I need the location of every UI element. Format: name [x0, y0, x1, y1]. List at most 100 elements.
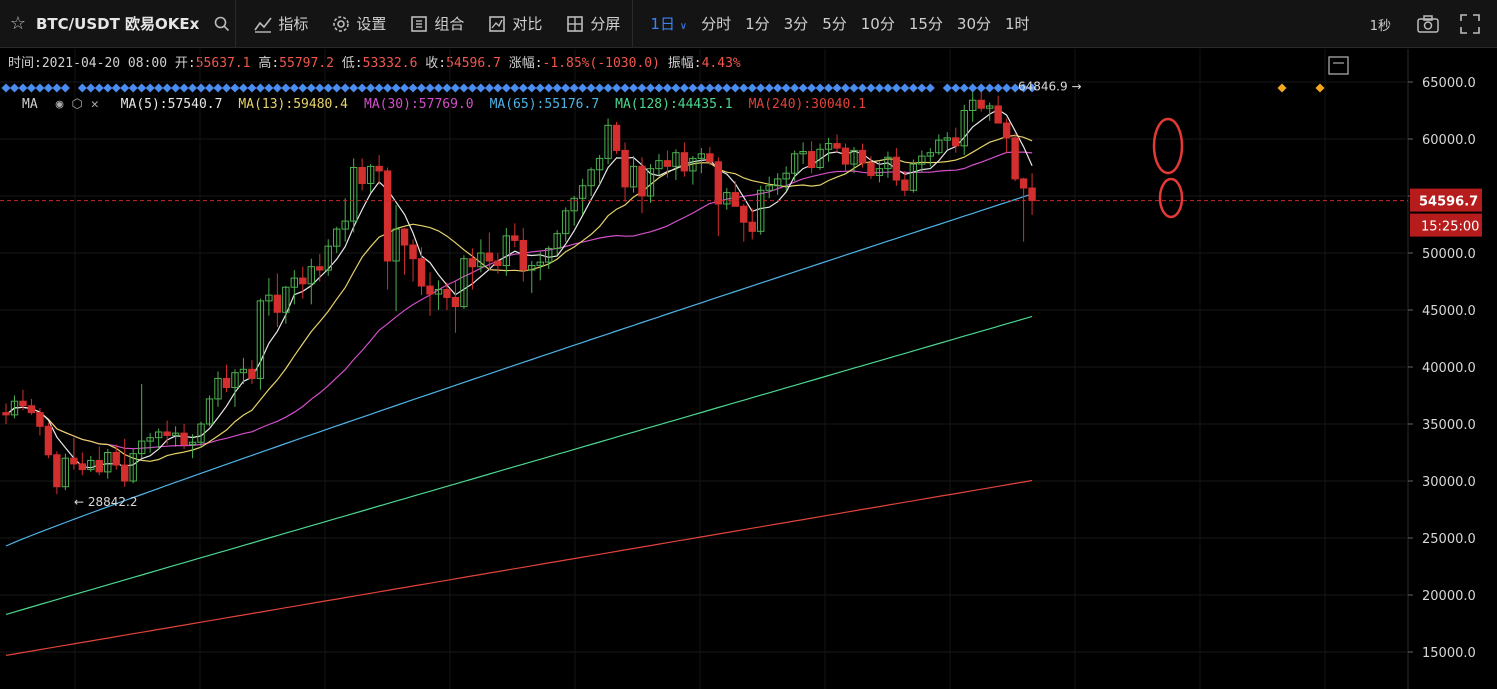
signal-marker — [221, 83, 232, 93]
candle-body — [714, 161, 723, 205]
candle-body — [400, 228, 409, 246]
signal-marker — [578, 83, 588, 93]
y-tick-label: 40000.0 — [1422, 361, 1476, 376]
signal-marker — [620, 83, 630, 93]
signal-marker — [561, 83, 571, 93]
y-tick-label: 15000.0 — [1422, 646, 1476, 661]
signal-marker — [544, 83, 554, 93]
signal-marker — [103, 83, 113, 93]
close-icon[interactable]: ✕ — [91, 97, 99, 112]
camera-icon[interactable] — [1413, 15, 1443, 33]
candle-body — [53, 454, 61, 488]
candle-body — [706, 153, 714, 163]
combo-button[interactable]: 组合 — [398, 13, 476, 34]
y-tick-label: 35000.0 — [1422, 418, 1476, 433]
interval-5m[interactable]: 5分 — [815, 13, 854, 34]
candle-body — [494, 260, 502, 267]
interval-1m[interactable]: 1分 — [738, 13, 777, 34]
signal-marker — [1, 83, 11, 93]
signal-marker — [628, 83, 639, 93]
signal-marker — [976, 83, 986, 93]
signal-marker — [739, 83, 749, 93]
signal-marker — [416, 83, 427, 93]
signal-marker — [340, 83, 350, 93]
ma128-line — [5, 315, 1033, 615]
candle-body — [612, 124, 621, 151]
signal-marker — [586, 83, 596, 93]
signal-marker — [52, 83, 62, 93]
candle-body — [1002, 122, 1011, 139]
signal-marker — [527, 83, 537, 93]
signal-marker — [518, 83, 528, 93]
signal-marker — [94, 83, 104, 93]
settings-button[interactable]: 设置 — [320, 13, 398, 34]
toolbar: ☆ BTC/USDT 欧易OKEx 指标 设置 组合 对比 分屏 1日 ∨ 分时 — [0, 0, 1497, 48]
interval-1h[interactable]: 1时 — [998, 13, 1037, 34]
candle-body — [468, 258, 477, 268]
signal-marker — [815, 83, 825, 93]
signal-marker — [374, 83, 384, 93]
favorite-star-icon[interactable]: ☆ — [0, 13, 36, 34]
fullscreen-icon[interactable] — [1455, 14, 1485, 34]
settings-hex-icon[interactable]: ⬡ — [71, 97, 82, 112]
candle-body — [841, 147, 850, 165]
interval-15m[interactable]: 15分 — [902, 13, 950, 34]
signal-marker — [917, 83, 927, 93]
candle-body — [451, 296, 460, 308]
symbol-title[interactable]: BTC/USDT 欧易OKEx — [36, 13, 199, 34]
signal-marker — [145, 83, 155, 93]
search-icon[interactable] — [209, 16, 235, 32]
interval-1d[interactable]: 1日 ∨ — [643, 13, 694, 34]
signal-marker — [9, 83, 20, 93]
candle-body — [222, 377, 231, 389]
signal-marker — [213, 83, 223, 93]
signal-marker-alt — [1315, 83, 1325, 93]
candle-body — [977, 99, 985, 109]
signal-marker — [425, 83, 435, 93]
ma30-legend: MA(30):57769.0 — [364, 97, 474, 112]
candle-body — [316, 266, 324, 271]
signal-marker — [730, 83, 740, 93]
signal-marker — [832, 83, 842, 93]
signal-marker — [773, 83, 783, 93]
y-tick-label: 25000.0 — [1422, 532, 1476, 547]
candle-body — [1019, 178, 1028, 189]
interval-3m[interactable]: 3分 — [777, 13, 816, 34]
signal-marker — [281, 83, 291, 93]
interval-30m[interactable]: 30分 — [950, 13, 998, 34]
signal-marker — [43, 83, 53, 93]
signal-marker — [332, 83, 342, 93]
candlestick-chart[interactable]: 65000.060000.055000.050000.045000.040000… — [0, 49, 1497, 689]
ma-legend: MA ◉ ⬡ ✕ MA(5):57540.7 MA(13):59480.4 MA… — [22, 97, 874, 112]
split-screen-button[interactable]: 分屏 — [554, 13, 632, 34]
signal-marker — [874, 83, 884, 93]
candle-body — [409, 244, 417, 260]
compare-button[interactable]: 对比 — [476, 13, 554, 34]
indicators-button[interactable]: 指标 — [242, 13, 320, 34]
candle-body — [663, 160, 672, 167]
candle-body — [807, 151, 816, 169]
candle-body — [78, 463, 87, 471]
indicators-icon — [254, 17, 272, 33]
signal-marker — [637, 83, 647, 93]
candle-body — [95, 459, 103, 473]
interval-10m[interactable]: 10分 — [854, 13, 902, 34]
signal-marker — [35, 83, 45, 93]
signal-marker — [77, 83, 87, 93]
interval-timeshare[interactable]: 分时 — [694, 13, 738, 34]
split-screen-label: 分屏 — [590, 15, 621, 33]
eye-icon[interactable]: ◉ — [56, 97, 64, 112]
signal-marker — [459, 83, 469, 93]
candle-body — [1028, 187, 1036, 202]
candle-body — [273, 294, 282, 313]
signal-marker — [26, 83, 36, 93]
signal-marker — [993, 83, 1003, 93]
interval-1s[interactable]: 1秒 — [1370, 15, 1391, 34]
signal-marker — [764, 83, 774, 93]
signal-marker — [247, 83, 257, 93]
signal-marker — [357, 83, 367, 93]
signal-marker — [476, 83, 486, 93]
signal-marker — [60, 83, 70, 93]
ma240-line — [5, 479, 1033, 656]
signal-marker — [798, 83, 808, 93]
